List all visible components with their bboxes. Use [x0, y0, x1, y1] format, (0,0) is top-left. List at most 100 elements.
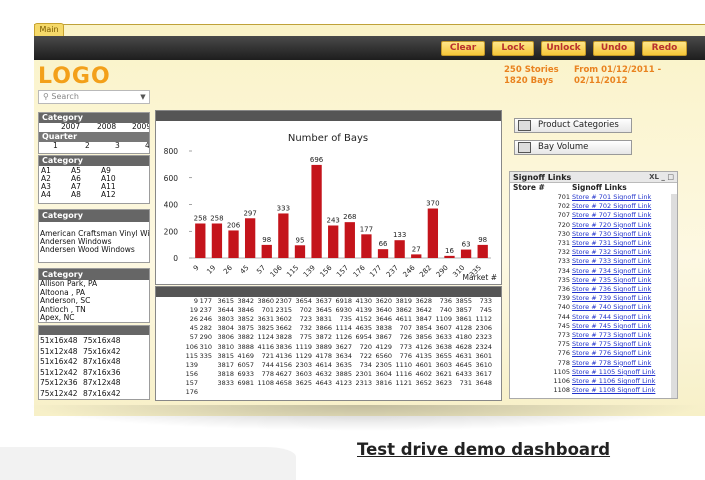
test-drive-link[interactable]: Test drive demo dashboard: [357, 440, 610, 459]
signoff-link[interactable]: Store # 778 Signoff Link: [572, 359, 651, 367]
stats-summary: 250 Stories 1820 Bays: [504, 65, 559, 87]
clear-button[interactable]: Clear: [441, 41, 485, 56]
bar[interactable]: [460, 249, 472, 258]
link-column-header[interactable]: Signoff Links: [572, 183, 627, 193]
table-cell: 3648: [475, 378, 492, 387]
bar[interactable]: [444, 255, 455, 258]
list-item[interactable]: 75x12x36: [40, 379, 78, 387]
table-cell: 3655: [435, 351, 452, 360]
signoff-link[interactable]: Store # 1106 Signoff Link: [572, 377, 655, 385]
signoff-link[interactable]: Store # 1105 Signoff Link: [572, 368, 655, 376]
quarter-item[interactable]: 1: [53, 142, 58, 150]
tab-main[interactable]: Main: [34, 23, 64, 36]
list-item[interactable]: A4: [41, 191, 51, 199]
signoff-link[interactable]: Store # 744 Signoff Link: [572, 313, 651, 321]
table-cell: 735: [339, 315, 352, 324]
size-listbox: 51x16x48 75x16x48 51x12x48 75x16x42 51x16x42…: [38, 325, 150, 400]
bar[interactable]: [411, 254, 422, 258]
table-cell: 3640: [375, 306, 392, 315]
bar[interactable]: [294, 245, 306, 258]
signoff-link[interactable]: Store # 720 Signoff Link: [572, 221, 651, 229]
bar[interactable]: [361, 234, 372, 258]
bay-volume-button[interactable]: Bay Volume: [514, 140, 632, 155]
product-categories-button[interactable]: Product Categories: [514, 118, 632, 133]
bar[interactable]: [394, 240, 405, 258]
bar-value-label: 696: [310, 156, 324, 164]
signoff-link[interactable]: Store # 730 Signoff Link: [572, 230, 651, 238]
signoff-link[interactable]: Store # 731 Signoff Link: [572, 239, 651, 247]
quarter-item[interactable]: 4: [145, 142, 149, 150]
list-item[interactable]: 51x16x42: [40, 358, 78, 366]
signoff-link[interactable]: Store # 775 Signoff Link: [572, 340, 651, 348]
search-input[interactable]: ⚲ Search ▼: [38, 90, 150, 104]
list-item[interactable]: 51x12x48: [40, 347, 78, 356]
signoff-link[interactable]: Store # 776 Signoff Link: [572, 349, 651, 357]
window-controls-icon[interactable]: XL _ □: [649, 172, 674, 183]
chevron-down-icon[interactable]: ▼: [137, 91, 149, 103]
bar[interactable]: [211, 223, 223, 258]
table-cell: 702: [299, 306, 312, 315]
table-cell: 4129: [375, 342, 392, 351]
scrollbar[interactable]: [671, 194, 677, 398]
signoff-link[interactable]: Store # 733 Signoff Link: [572, 257, 651, 265]
list-item[interactable]: 75x12x42: [40, 389, 78, 398]
bar[interactable]: [477, 244, 488, 258]
signoff-link[interactable]: Store # 773 Signoff Link: [572, 331, 651, 339]
list-item[interactable]: 51x12x42: [40, 368, 78, 377]
list-item[interactable]: Apex, NC: [39, 313, 149, 322]
signoff-links-panel: Signoff Links XL _ □ Store # Signoff Link…: [509, 171, 678, 399]
list-item[interactable]: 87x16x42: [83, 389, 121, 398]
signoff-link[interactable]: Store # 732 Signoff Link: [572, 248, 651, 256]
quarter-item[interactable]: 3: [115, 142, 120, 150]
bar[interactable]: [377, 249, 389, 258]
category-code-listbox: Category A1 A5 A9 A2 A6 A10 A3 A7 A11 A4 A8 A12: [38, 155, 150, 204]
table-cell: 26: [189, 315, 198, 324]
year-item[interactable]: 2008: [97, 123, 116, 131]
table-cell: 4628: [455, 342, 472, 351]
signoff-link[interactable]: Store # 701 Signoff Link: [572, 193, 651, 201]
bar[interactable]: [261, 244, 272, 258]
x-tick-label: 282: [418, 264, 433, 279]
unlock-button[interactable]: Unlock: [541, 41, 586, 56]
store-column-header[interactable]: Store #: [513, 183, 545, 193]
list-item[interactable]: A8: [71, 191, 81, 199]
bar[interactable]: [311, 164, 322, 258]
bar[interactable]: [195, 223, 206, 258]
year-item[interactable]: 2009: [132, 123, 149, 131]
table-cell: 2324: [475, 342, 492, 351]
list-item: 1106 Store # 1106 Signoff Link: [510, 377, 670, 385]
list-item[interactable]: 75x16x48: [83, 337, 121, 345]
list-item[interactable]: 51x16x48: [40, 337, 78, 345]
signoff-link[interactable]: Store # 739 Signoff Link: [572, 294, 651, 302]
list-item[interactable]: 87x16x48: [83, 358, 121, 366]
list-item[interactable]: 87x16x36: [83, 368, 121, 377]
lock-button[interactable]: Lock: [492, 41, 534, 56]
bar[interactable]: [328, 225, 339, 258]
table-cell: 3816: [375, 378, 392, 387]
signoff-link[interactable]: Store # 745 Signoff Link: [572, 322, 651, 330]
list-item[interactable]: 87x12x48: [83, 379, 121, 387]
list-item[interactable]: Andersen Wood Windows: [39, 246, 149, 254]
bar[interactable]: [427, 208, 439, 258]
signoff-link[interactable]: Store # 1108 Signoff Link: [572, 386, 655, 394]
signoff-link[interactable]: Store # 740 Signoff Link: [572, 303, 651, 311]
bar[interactable]: [244, 218, 256, 258]
signoff-link[interactable]: Store # 702 Signoff Link: [572, 202, 651, 210]
bar[interactable]: [228, 230, 239, 258]
signoff-link[interactable]: Store # 734 Signoff Link: [572, 267, 651, 275]
quarter-item[interactable]: 2: [85, 142, 90, 150]
signoff-link[interactable]: Store # 736 Signoff Link: [572, 285, 651, 293]
x-tick-label: 156: [318, 263, 333, 278]
table-cell: 4643: [315, 378, 332, 387]
signoff-link[interactable]: Store # 707 Signoff Link: [572, 211, 651, 219]
year-item[interactable]: 2007: [61, 123, 80, 131]
redo-button[interactable]: Redo: [642, 41, 687, 56]
table-cell: 2315: [275, 306, 292, 315]
list-item[interactable]: A12: [101, 191, 116, 199]
list-item[interactable]: 75x16x42: [83, 347, 121, 356]
bar[interactable]: [344, 222, 355, 258]
bar[interactable]: [278, 213, 289, 258]
undo-button[interactable]: Undo: [593, 41, 635, 56]
x-tick-label: 106: [269, 263, 284, 278]
signoff-link[interactable]: Store # 735 Signoff Link: [572, 276, 651, 284]
